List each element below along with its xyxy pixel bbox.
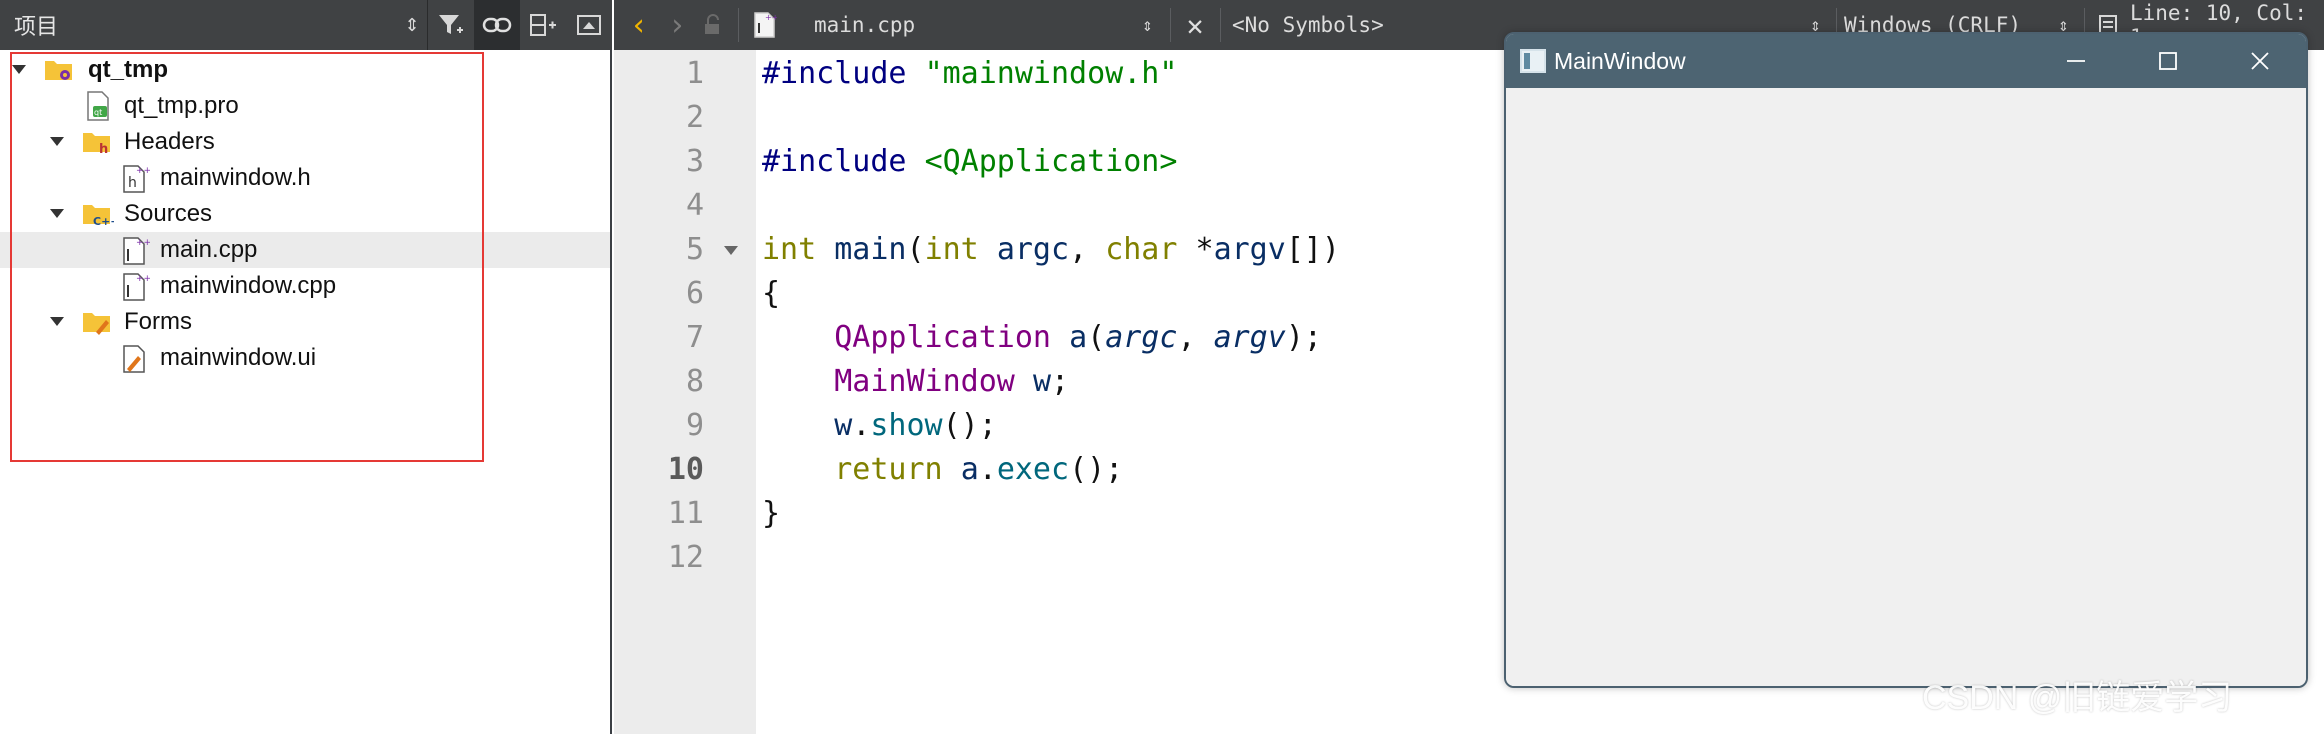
symbols-dropdown[interactable]: <No Symbols> (1232, 0, 1384, 50)
code-token: QApplication (834, 320, 1051, 355)
code-token: w (1032, 364, 1051, 399)
code-token: #include (762, 144, 907, 179)
main-window-content[interactable] (1506, 88, 2306, 686)
code-token: , (1177, 320, 1214, 355)
code-token: int (762, 232, 817, 267)
current-line-number: 10 (667, 452, 704, 487)
document-dropdown-icon[interactable]: ⇕ (1142, 0, 1153, 50)
red-highlight-box (10, 52, 484, 462)
split-view-icon[interactable] (520, 0, 566, 50)
code-line-9[interactable]: w.show(); (762, 404, 997, 448)
minimize-button[interactable] (2030, 34, 2122, 88)
minimize-icon (2067, 60, 2085, 62)
sort-updown-icon[interactable]: ⇕ (397, 0, 427, 50)
code-token: . (978, 452, 997, 487)
back-arrow-icon[interactable]: ‹ (624, 0, 654, 50)
link-with-editor-icon[interactable] (474, 0, 520, 50)
line-number: 11 (667, 496, 704, 531)
close-button[interactable] (2214, 34, 2306, 88)
main-window-title: MainWindow (1554, 47, 1686, 74)
code-token: , (1069, 232, 1106, 267)
main-window[interactable]: MainWindow (1504, 32, 2308, 688)
forward-arrow-icon[interactable]: › (662, 0, 692, 50)
close-pane-icon[interactable] (566, 0, 612, 50)
open-document-name[interactable]: main.cpp (814, 0, 915, 50)
toolbar-divider (1170, 8, 1171, 42)
line-number: 3 (685, 144, 704, 179)
code-token: a (960, 452, 979, 487)
project-pane-toolbar: 项目 ⇕ (0, 0, 612, 50)
code-token: argv (1213, 232, 1286, 267)
code-token: char (1105, 232, 1178, 267)
line-number: 12 (667, 540, 704, 575)
code-token: } (762, 496, 781, 531)
maximize-icon (2159, 52, 2177, 70)
document-icon: ++ (750, 0, 780, 50)
code-token: return (834, 452, 943, 487)
code-token: ( (1087, 320, 1106, 355)
line-number: 1 (685, 56, 704, 91)
line-number: 8 (685, 364, 704, 399)
code-token: #include (762, 56, 907, 91)
main-window-titlebar[interactable]: MainWindow (1506, 34, 2306, 88)
code-token: ( (906, 232, 925, 267)
code-line-7[interactable]: QApplication a(argc, argv); (762, 316, 1322, 360)
code-line-1[interactable]: #include "mainwindow.h" (762, 52, 1177, 96)
code-line-3[interactable]: #include <QApplication> (762, 140, 1177, 184)
line-number: 5 (685, 232, 704, 267)
svg-text:++: ++ (765, 13, 777, 22)
code-token: exec (996, 452, 1070, 487)
code-token: { (762, 276, 781, 311)
code-line-8[interactable]: MainWindow w; (762, 360, 1069, 404)
project-pane: 项目 ⇕ qt_tmp qt qt_tmp.pro h Headers h ++… (0, 0, 612, 734)
code-token: []) (1285, 232, 1340, 267)
code-token: argv (1213, 320, 1286, 355)
line-number: 7 (685, 320, 704, 355)
code-token: * (1177, 232, 1214, 267)
code-token: ; (1051, 364, 1070, 399)
code-token: int (924, 232, 979, 267)
code-token: . (852, 408, 871, 443)
line-number: 2 (685, 100, 704, 135)
toolbar-divider (1220, 8, 1221, 42)
code-token: ); (1285, 320, 1322, 355)
code-token: show (870, 408, 943, 443)
toolbar-divider (738, 8, 739, 42)
maximize-button[interactable] (2122, 34, 2214, 88)
code-token: main (834, 232, 907, 267)
code-line-5[interactable]: int main(int argc, char *argv[]) (762, 228, 1340, 272)
code-token: (); (942, 408, 997, 443)
code-token: a (1069, 320, 1088, 355)
code-token: w (834, 408, 853, 443)
close-icon (2251, 52, 2269, 70)
watermark: CSDN @旧链爱学习 (1922, 679, 2233, 717)
line-number: 4 (685, 188, 704, 223)
code-token: (); (1069, 452, 1124, 487)
project-pane-title: 项目 (14, 14, 59, 39)
code-line-10[interactable]: return a.exec(); (762, 448, 1123, 492)
filter-icon[interactable] (428, 0, 474, 50)
code-token: argc (996, 232, 1070, 267)
code-token: argc (1105, 320, 1178, 355)
code-token: "mainwindow.h" (924, 56, 1178, 91)
close-document-icon[interactable]: ✕ (1180, 0, 1210, 50)
line-number: 6 (685, 276, 704, 311)
code-token: <QApplication> (924, 144, 1178, 179)
line-number-gutter: 1 2 3 4 5 6 7 8 9 10 11 12 (614, 50, 756, 734)
code-line-6[interactable]: { (762, 272, 780, 316)
line-number: 9 (685, 408, 704, 443)
lock-icon[interactable] (698, 0, 728, 50)
fold-marker-icon[interactable] (724, 246, 738, 255)
code-token: MainWindow (834, 364, 1015, 399)
code-line-11[interactable]: } (762, 492, 780, 536)
app-window-icon (1520, 49, 1546, 73)
